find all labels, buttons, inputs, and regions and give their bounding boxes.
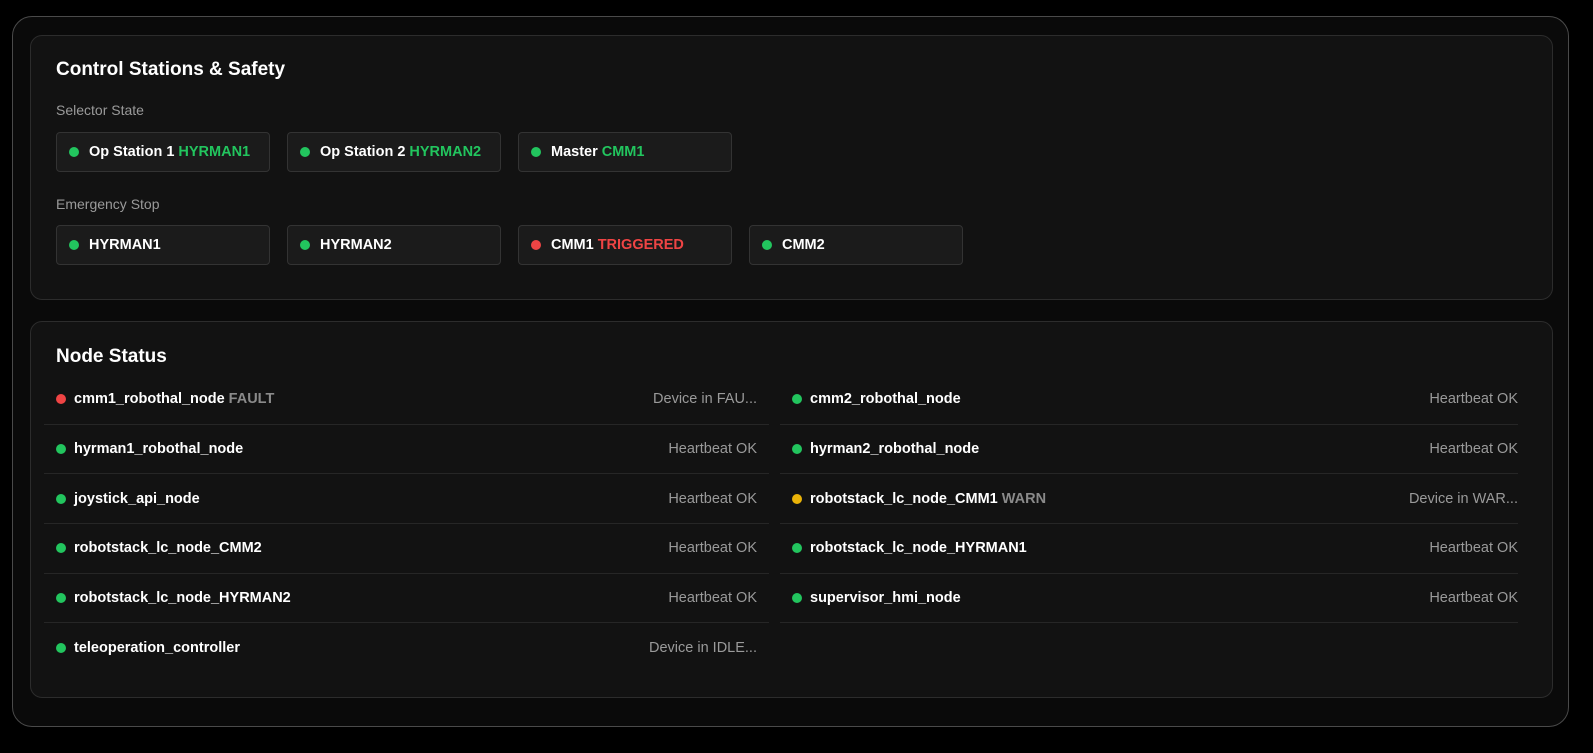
- selector-chip-op-station-2[interactable]: Op Station 2 HYRMAN2: [287, 132, 501, 172]
- node-row[interactable]: supervisor_hmi_node Heartbeat OK: [780, 574, 1518, 624]
- chip-label: HYRMAN1: [89, 237, 161, 253]
- selector-chip-master[interactable]: Master CMM1: [518, 132, 732, 172]
- node-row[interactable]: robotstack_lc_node_HYRMAN2 Heartbeat OK: [44, 574, 769, 624]
- node-name: robotstack_lc_node_CMM2: [74, 540, 262, 557]
- node-message: Device in WAR...: [1408, 490, 1518, 507]
- status-dot: [792, 394, 802, 405]
- node-name: joystick_api_node: [74, 490, 200, 507]
- node-flag: WARN: [1001, 490, 1047, 507]
- node-row[interactable]: hyrman1_robothal_node Heartbeat OK: [44, 425, 769, 475]
- status-dot: [69, 147, 79, 157]
- node-name: supervisor_hmi_node: [810, 590, 961, 607]
- node-message: Device in IDLE...: [649, 640, 757, 657]
- node-name: teleoperation_controller: [74, 640, 240, 657]
- node-list-right: cmm2_robothal_node Heartbeat OK hyrman2_…: [780, 375, 1518, 624]
- node-message: Heartbeat OK: [668, 540, 757, 557]
- chip-value: HYRMAN2: [409, 144, 482, 160]
- chip-label: HYRMAN2: [320, 237, 392, 253]
- node-row[interactable]: robotstack_lc_node_CMM1 WARN Device in W…: [780, 474, 1518, 525]
- dashboard-frame: Control Stations & Safety Selector State…: [12, 16, 1569, 727]
- chip-label: CMM2: [782, 237, 825, 253]
- status-dot: [531, 147, 541, 157]
- card-title: Node Status: [56, 346, 167, 367]
- chip-value: CMM1: [601, 144, 645, 160]
- card-title: Control Stations & Safety: [56, 59, 286, 80]
- chip-label: Master: [551, 144, 598, 160]
- estop-chip-hyrman2[interactable]: HYRMAN2: [287, 225, 501, 265]
- node-message: Heartbeat OK: [668, 490, 757, 507]
- node-message: Heartbeat OK: [1429, 590, 1518, 607]
- node-name: hyrman1_robothal_node: [74, 441, 244, 458]
- estop-chip-hyrman1[interactable]: HYRMAN1: [56, 225, 270, 265]
- emergency-stop-row: HYRMAN1 HYRMAN2 CMM1 TRIGGERED CMM2: [56, 225, 963, 265]
- status-dot: [56, 643, 66, 654]
- node-row[interactable]: robotstack_lc_node_HYRMAN1 Heartbeat OK: [780, 524, 1518, 574]
- node-name: robotstack_lc_node_HYRMAN2: [74, 590, 291, 607]
- status-dot: [56, 444, 66, 455]
- node-name: robotstack_lc_node_HYRMAN1: [810, 540, 1027, 557]
- selector-state-row: Op Station 1 HYRMAN1 Op Station 2 HYRMAN…: [56, 132, 732, 172]
- estop-chip-cmm1[interactable]: CMM1 TRIGGERED: [518, 225, 732, 265]
- node-name: cmm1_robothal_node: [74, 391, 225, 408]
- chip-label: Op Station 2: [320, 144, 406, 160]
- chip-label: CMM1: [551, 237, 594, 253]
- node-name: hyrman2_robothal_node: [810, 441, 980, 458]
- status-dot: [300, 240, 310, 250]
- status-dot: [56, 593, 66, 604]
- status-dot: [792, 493, 802, 504]
- status-dot: [792, 543, 802, 554]
- node-message: Device in FAU...: [653, 391, 757, 408]
- status-dot: [56, 543, 66, 554]
- status-dot: [531, 240, 541, 250]
- estop-chip-cmm2[interactable]: CMM2: [749, 225, 963, 265]
- control-stations-card: Control Stations & Safety Selector State…: [30, 35, 1553, 300]
- node-row[interactable]: cmm1_robothal_node FAULT Device in FAU..…: [44, 375, 769, 425]
- status-dot: [792, 593, 802, 604]
- status-dot: [300, 147, 310, 157]
- node-row[interactable]: joystick_api_node Heartbeat OK: [44, 474, 769, 525]
- node-row[interactable]: hyrman2_robothal_node Heartbeat OK: [780, 425, 1518, 475]
- node-row[interactable]: teleoperation_controller Device in IDLE.…: [44, 623, 769, 673]
- node-message: Heartbeat OK: [668, 590, 757, 607]
- node-flag: FAULT: [228, 391, 275, 408]
- node-message: Heartbeat OK: [1429, 540, 1518, 557]
- node-status-card: Node Status cmm1_robothal_node FAULT Dev…: [30, 321, 1553, 698]
- selector-state-label: Selector State: [56, 102, 144, 118]
- status-dot: [69, 240, 79, 250]
- chip-label: Op Station 1: [89, 144, 175, 160]
- node-list-left: cmm1_robothal_node FAULT Device in FAU..…: [44, 375, 769, 673]
- node-name: cmm2_robothal_node: [810, 391, 961, 408]
- status-dot: [56, 394, 66, 405]
- chip-value: HYRMAN1: [178, 144, 251, 160]
- status-dot: [792, 444, 802, 455]
- status-dot: [762, 240, 772, 250]
- node-message: Heartbeat OK: [668, 441, 757, 458]
- node-message: Heartbeat OK: [1429, 391, 1518, 408]
- selector-chip-op-station-1[interactable]: Op Station 1 HYRMAN1: [56, 132, 270, 172]
- emergency-stop-label: Emergency Stop: [56, 196, 160, 212]
- chip-value: TRIGGERED: [597, 237, 684, 253]
- node-name: robotstack_lc_node_CMM1: [810, 490, 998, 507]
- node-row[interactable]: robotstack_lc_node_CMM2 Heartbeat OK: [44, 524, 769, 574]
- node-row[interactable]: cmm2_robothal_node Heartbeat OK: [780, 375, 1518, 425]
- status-dot: [56, 493, 66, 504]
- node-message: Heartbeat OK: [1429, 441, 1518, 458]
